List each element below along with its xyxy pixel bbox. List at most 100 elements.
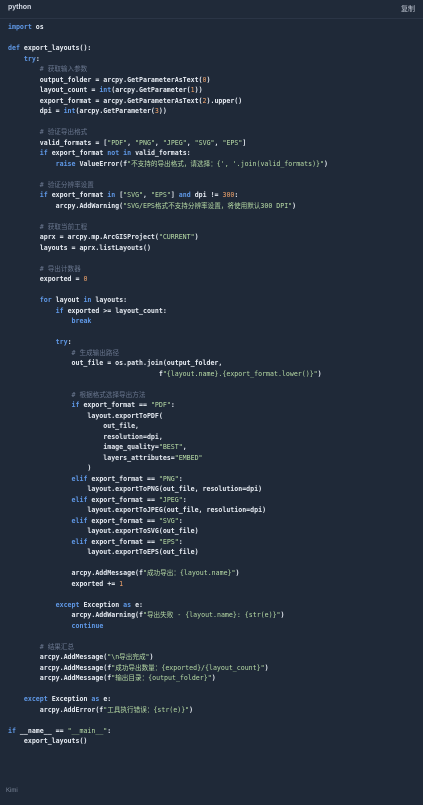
copy-button[interactable]: 复制 bbox=[401, 4, 415, 14]
code-line: layout.exportToPDF( bbox=[8, 411, 162, 421]
code-token: "EMBED" bbox=[174, 453, 203, 462]
code-token: ) bbox=[194, 233, 199, 241]
language-label: python bbox=[8, 4, 32, 11]
code-token: ) bbox=[280, 611, 285, 619]
code-token: "EPS" bbox=[158, 537, 179, 546]
code-token: arcpy.AddWarning(f bbox=[8, 611, 143, 619]
code-token: export_format == bbox=[87, 495, 159, 504]
code-token: "JPEG" bbox=[162, 138, 187, 147]
code-token: ) bbox=[317, 369, 322, 378]
code-token: arcpy.AddMessage(f bbox=[8, 674, 112, 682]
code-token: for bbox=[39, 296, 52, 304]
code-token: def bbox=[8, 44, 20, 52]
code-line: dpi = int(arcpy.GetParameter(3)) bbox=[8, 106, 167, 116]
code-token: elif bbox=[71, 516, 88, 525]
code-line: elif export_format == "JPEG": bbox=[8, 495, 187, 505]
code-token: ) bbox=[206, 75, 211, 84]
code-token: 300 bbox=[222, 191, 235, 199]
code-token: ) bbox=[149, 653, 154, 661]
code-token: "PDF" bbox=[150, 401, 171, 409]
code-line: f"{layout.name}.{export_format.lower()}"… bbox=[8, 369, 322, 379]
code-token: export_format bbox=[47, 191, 108, 199]
code-token: "不支持的导出格式，请选择：{', '.join(valid_formats)}… bbox=[127, 159, 324, 168]
code-line: try: bbox=[8, 54, 40, 64]
code-token: : bbox=[107, 726, 112, 735]
code-line: layouts = aprx.listLayouts() bbox=[8, 243, 151, 253]
code-line: output_folder = arcpy.GetParameterAsText… bbox=[8, 75, 211, 85]
code-token: export_layouts(): bbox=[19, 44, 92, 52]
code-token: )) bbox=[158, 107, 167, 115]
code-token: ValueError(f bbox=[75, 159, 128, 168]
code-line: resolution=dpi, bbox=[8, 432, 163, 442]
code-line: # 结果汇总 bbox=[8, 642, 74, 652]
code-token: "PNG" bbox=[135, 138, 155, 147]
code-token: int bbox=[63, 107, 76, 115]
code-token: # 获取输入参数 bbox=[39, 65, 88, 73]
code-line: except Exception as e: bbox=[8, 600, 143, 610]
code-token: elif bbox=[71, 495, 88, 504]
code-line: export_layouts() bbox=[8, 736, 88, 746]
code-line: out_file, bbox=[8, 421, 139, 431]
code-token: export_format == bbox=[79, 401, 151, 409]
code-line: if export_format not in valid_formats: bbox=[8, 148, 191, 158]
code-token: : bbox=[67, 338, 72, 346]
code-token: "BEST" bbox=[158, 443, 183, 451]
code-token: arcpy.AddMessage( bbox=[8, 653, 108, 661]
code-token: ] bbox=[242, 138, 247, 147]
code-line: layout_count = int(arcpy.GetParameter(1)… bbox=[8, 85, 203, 95]
code-token: arcpy.AddWarning( bbox=[8, 201, 124, 210]
code-block: python 复制 import os def export_layouts():… bbox=[0, 0, 423, 805]
code-line: # 根据格式选择导出方法 bbox=[8, 390, 146, 400]
code-line: # 验证分辨率设置 bbox=[8, 180, 94, 190]
code-token: , bbox=[154, 138, 163, 147]
code-token: Exception bbox=[79, 600, 124, 609]
code-token: "成功导出：{layout.name}" bbox=[142, 569, 236, 577]
code-token: , bbox=[143, 191, 151, 199]
code-line: layout.exportToEPS(out_file) bbox=[8, 547, 198, 557]
code-token: "EPS" bbox=[150, 191, 171, 199]
code-token: # 生成输出路径 bbox=[71, 348, 120, 357]
code-token: export_format bbox=[47, 149, 108, 157]
code-token: layout_count = bbox=[8, 86, 100, 94]
code-line: valid_formats = ["PDF", "PNG", "JPEG", "… bbox=[8, 138, 247, 148]
code-token: output_folder = arcpy.GetParameterAsText… bbox=[8, 75, 203, 84]
code-line: elif export_format == "SVG": bbox=[8, 516, 183, 526]
code-token: ).upper() bbox=[206, 96, 243, 105]
code-token: # 根据格式选择导出方法 bbox=[71, 390, 146, 399]
code-token: layout.exportToJPEG(out_file, resolution… bbox=[8, 506, 267, 514]
code-token: : bbox=[178, 516, 183, 525]
code-token: ) bbox=[264, 663, 269, 672]
code-token: export_layouts() bbox=[8, 737, 88, 745]
code-token: elif bbox=[71, 537, 88, 546]
code-token: resolution=dpi, bbox=[8, 432, 163, 441]
code-token: as bbox=[123, 600, 132, 609]
code-line: image_quality="BEST", bbox=[8, 442, 186, 452]
code-token: raise bbox=[55, 159, 76, 168]
code-line: aprx = arcpy.mp.ArcGISProject("CURRENT") bbox=[8, 232, 199, 242]
code-token: e: bbox=[99, 695, 112, 703]
code-token: exported = bbox=[8, 275, 84, 283]
code-token: "\n导出完成" bbox=[107, 653, 150, 661]
code-line: out_file = os.path.join(output_folder, bbox=[8, 358, 223, 368]
code-token: : bbox=[170, 401, 175, 409]
code-token: if bbox=[39, 191, 48, 199]
code-token: export_format == bbox=[87, 537, 159, 546]
code-token: elif bbox=[71, 474, 88, 483]
code-line: for layout in layouts: bbox=[8, 295, 127, 305]
code-token: , bbox=[127, 138, 136, 147]
code-token: aprx = arcpy.mp.ArcGISProject( bbox=[8, 233, 159, 241]
code-token: exported += bbox=[8, 579, 120, 588]
code-token: : bbox=[35, 54, 40, 63]
code-line: def export_layouts(): bbox=[8, 43, 91, 53]
